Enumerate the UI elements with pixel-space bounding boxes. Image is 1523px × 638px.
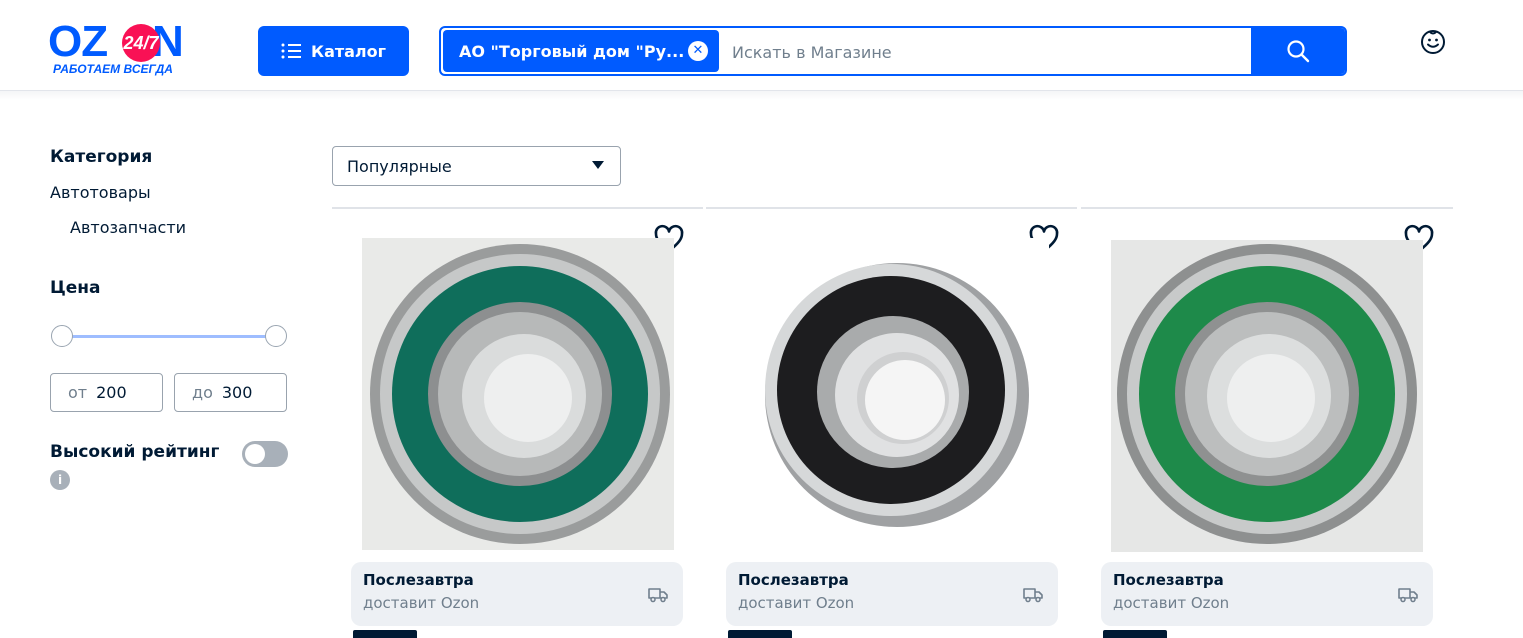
delivery-subtitle: доставит Ozon — [1113, 594, 1230, 612]
delivery-title: Послезавтра — [363, 571, 474, 589]
price-from-field[interactable]: от 200 — [50, 373, 163, 412]
search-button[interactable] — [1251, 28, 1345, 74]
delivery-title: Послезавтра — [1113, 571, 1224, 589]
price-slider-max-handle[interactable] — [265, 325, 287, 347]
search-bar: АО "Торговый дом "Ру... ✕ — [439, 26, 1347, 76]
product-image-bearing-black[interactable] — [737, 238, 1049, 550]
logo-wordmark: OZ N — [48, 17, 184, 66]
delivery-subtitle: доставит Ozon — [363, 594, 480, 612]
header: OZ N 24/7 РАБОТАЕМ ВСЕГДА Каталог АО "То… — [0, 0, 1523, 91]
logo-tagline: РАБОТАЕМ ВСЕГДА — [53, 62, 173, 76]
search-icon — [1287, 40, 1310, 63]
caret-down-icon — [592, 161, 604, 169]
logo-badge: 24/7 — [122, 24, 160, 62]
search-input[interactable] — [730, 28, 1254, 74]
product-card[interactable]: Послезавтра доставит Ozon — [351, 210, 711, 638]
truck-icon — [1398, 588, 1418, 603]
high-rating-label: Высокий рейтинг — [50, 442, 220, 462]
price-cropped — [353, 630, 417, 638]
sort-selected-value: Популярные — [347, 156, 452, 176]
price-to-value: 300 — [221, 383, 253, 402]
info-icon[interactable]: i — [50, 470, 70, 490]
truck-icon — [1023, 588, 1043, 603]
header-divider — [0, 91, 1523, 100]
price-slider-track[interactable] — [62, 335, 276, 338]
catalog-button[interactable]: Каталог — [258, 26, 409, 76]
price-from-prefix: от — [68, 383, 88, 402]
store-filter-chip[interactable]: АО "Торговый дом "Ру... ✕ — [443, 30, 719, 72]
category-item-parts[interactable]: Автозапчасти — [70, 218, 186, 237]
ozon-logo[interactable]: OZ N 24/7 РАБОТАЕМ ВСЕГДА — [48, 20, 218, 80]
high-rating-toggle[interactable] — [242, 441, 288, 467]
product-image-bearing-green[interactable] — [362, 238, 674, 550]
grid-divider — [332, 207, 703, 209]
price-cropped — [728, 630, 792, 638]
delivery-subtitle: доставит Ozon — [738, 594, 855, 612]
category-item-auto[interactable]: Автотовары — [50, 183, 151, 202]
product-image-bearing-green[interactable] — [1111, 240, 1423, 552]
delivery-title: Послезавтра — [738, 571, 849, 589]
truck-icon — [648, 588, 668, 603]
price-title: Цена — [50, 278, 101, 298]
grid-divider — [706, 207, 1077, 209]
grid-divider — [1081, 207, 1453, 209]
list-icon — [281, 43, 301, 59]
store-chip-label: АО "Торговый дом "Ру... — [459, 41, 685, 61]
price-to-field[interactable]: до 300 — [174, 373, 287, 412]
product-card[interactable]: Послезавтра доставит Ozon — [1101, 210, 1461, 638]
price-to-prefix: до — [192, 383, 213, 402]
delivery-info[interactable]: Послезавтра доставит Ozon — [726, 562, 1058, 626]
price-slider-min-handle[interactable] — [51, 325, 73, 347]
smiley-icon[interactable] — [1419, 28, 1447, 56]
catalog-label: Каталог — [310, 41, 386, 61]
delivery-info[interactable]: Послезавтра доставит Ozon — [1101, 562, 1433, 626]
product-card[interactable]: Послезавтра доставит Ozon — [726, 210, 1086, 638]
category-title: Категория — [50, 147, 153, 167]
delivery-info[interactable]: Послезавтра доставит Ozon — [351, 562, 683, 626]
sort-select[interactable]: Популярные — [332, 146, 621, 186]
close-circle-icon[interactable]: ✕ — [688, 41, 708, 61]
price-cropped — [1103, 630, 1167, 638]
price-from-value: 200 — [96, 383, 127, 402]
toggle-knob — [245, 444, 265, 464]
